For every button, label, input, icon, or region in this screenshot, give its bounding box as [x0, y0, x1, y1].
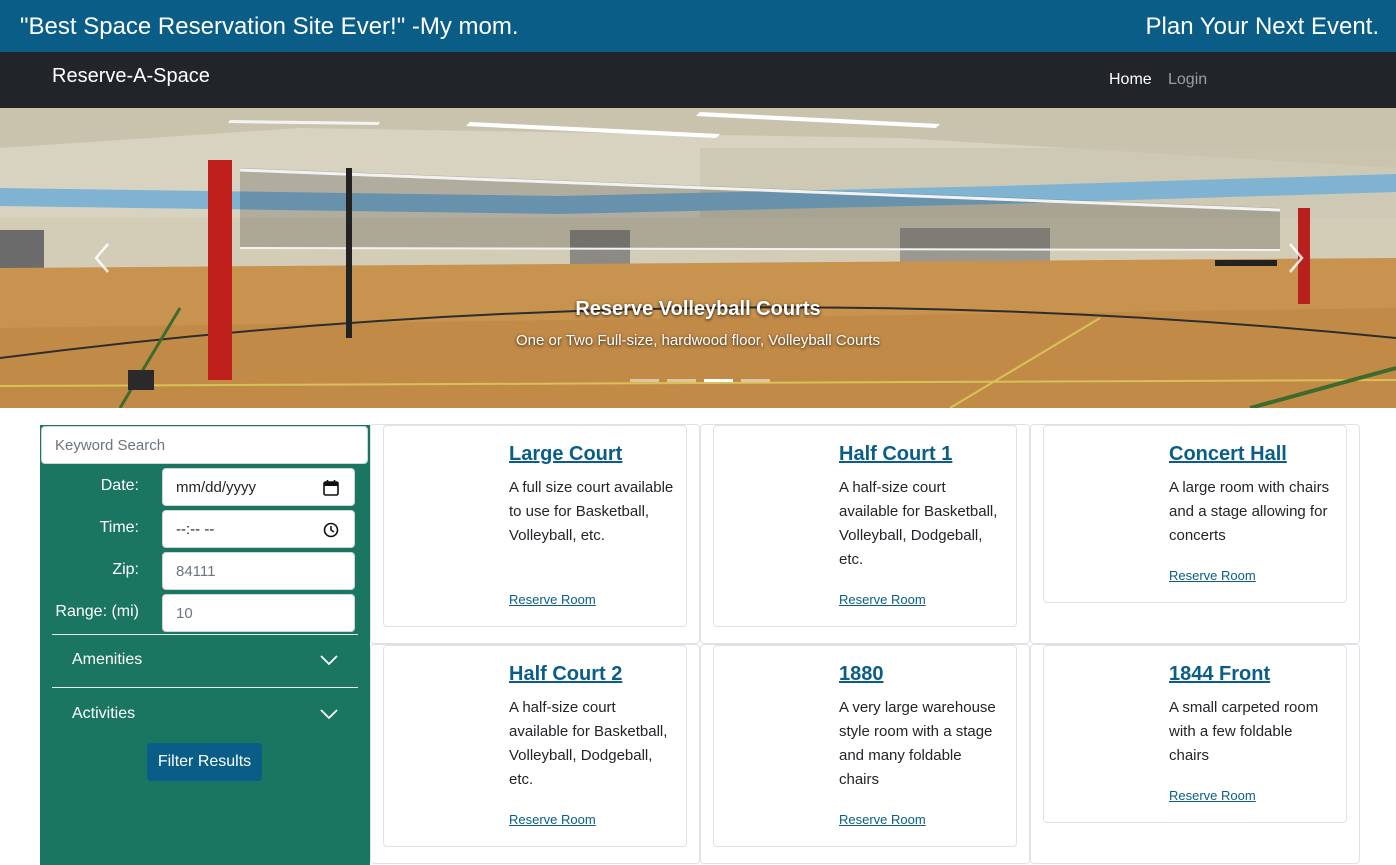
time-input-value: --:-- -- — [176, 521, 215, 538]
range-input-placeholder: 10 — [176, 605, 193, 622]
room-title-link[interactable]: Half Court 1 — [839, 443, 952, 466]
carousel-next-button[interactable] — [1274, 236, 1314, 280]
carousel: Reserve Volleyball Courts One or Two Ful… — [0, 108, 1396, 408]
date-input-value: mm/dd/yyyy — [176, 479, 257, 496]
zip-input[interactable]: 84111 — [162, 552, 355, 590]
carousel-indicators — [630, 379, 770, 383]
room-title-link[interactable]: Half Court 2 — [509, 663, 622, 686]
room-description: A half-size court available for Basketba… — [509, 699, 668, 788]
room-description: A full size court available to use for B… — [509, 479, 674, 544]
carousel-caption-text: One or Two Full-size, hardwood floor, Vo… — [515, 332, 881, 349]
zip-input-placeholder: 84111 — [176, 563, 216, 580]
chevron-left-icon — [94, 243, 109, 273]
room-card: Large Court A full size court available … — [383, 425, 687, 627]
room-title-link[interactable]: Concert Hall — [1169, 443, 1287, 466]
reserve-room-link[interactable]: Reserve Room — [1169, 788, 1256, 803]
carousel-prev-button[interactable] — [84, 236, 124, 280]
room-card: 1844 Front A small carpeted room with a … — [1043, 645, 1347, 823]
banner-quote: "Best Space Reservation Site Ever!" -My … — [20, 13, 519, 40]
filter-sidebar: Date: mm/dd/yyyy Time: --:-- -- Zip: 841… — [40, 425, 370, 865]
time-row: Time: --:-- -- — [40, 510, 370, 548]
keyword-search-input[interactable] — [41, 426, 368, 464]
chevron-right-icon — [1289, 243, 1304, 273]
range-row: Range: (mi) 10 — [40, 594, 370, 632]
zip-label: Zip: — [112, 561, 139, 578]
reserve-room-link[interactable]: Reserve Room — [839, 812, 926, 827]
room-card: Half Court 1 A half-size court available… — [713, 425, 1017, 627]
chevron-down-icon — [320, 709, 338, 720]
carousel-indicator[interactable] — [667, 379, 696, 382]
carousel-indicator[interactable] — [704, 379, 733, 382]
carousel-indicator[interactable] — [741, 379, 770, 382]
room-title-link[interactable]: 1880 — [839, 663, 884, 686]
activities-accordion[interactable]: Activities — [52, 689, 358, 741]
navbar: Reserve-A-Space Home Login — [0, 52, 1396, 108]
carousel-caption-title: Reserve Volleyball Courts — [575, 298, 821, 320]
carousel-image — [0, 108, 1396, 408]
amenities-accordion[interactable]: Amenities — [52, 635, 358, 687]
room-description: A half-size court available for Basketba… — [839, 479, 998, 568]
room-description: A large room with chairs and a stage all… — [1169, 479, 1330, 544]
date-input[interactable]: mm/dd/yyyy — [162, 468, 355, 506]
banner-tagline: Plan Your Next Event. — [1145, 13, 1379, 40]
zip-row: Zip: 84111 — [40, 552, 370, 590]
nav-home-link[interactable]: Home — [1109, 71, 1152, 89]
reserve-room-link[interactable]: Reserve Room — [509, 592, 596, 607]
activities-label: Activities — [72, 705, 136, 722]
time-label: Time: — [99, 519, 139, 536]
nav-login-link[interactable]: Login — [1168, 71, 1207, 89]
chevron-down-icon — [320, 655, 338, 666]
reserve-room-link[interactable]: Reserve Room — [509, 812, 596, 827]
brand-link[interactable]: Reserve-A-Space — [52, 65, 210, 88]
filter-results-button[interactable]: Filter Results — [147, 743, 262, 781]
time-input[interactable]: --:-- -- — [162, 510, 355, 548]
carousel-indicator[interactable] — [630, 379, 659, 382]
amenities-label: Amenities — [72, 651, 143, 668]
room-description: A very large warehouse style room with a… — [839, 699, 996, 788]
range-input[interactable]: 10 — [162, 594, 355, 632]
room-card: Half Court 2 A half-size court available… — [383, 645, 687, 847]
room-title-link[interactable]: Large Court — [509, 443, 622, 466]
reserve-room-link[interactable]: Reserve Room — [1169, 568, 1256, 583]
reserve-room-link[interactable]: Reserve Room — [839, 592, 926, 607]
calendar-icon[interactable] — [322, 479, 340, 497]
date-label: Date: — [100, 477, 139, 494]
top-banner: "Best Space Reservation Site Ever!" -My … — [0, 0, 1396, 52]
room-description: A small carpeted room with a few foldabl… — [1169, 699, 1319, 764]
room-title-link[interactable]: 1844 Front — [1169, 663, 1270, 686]
room-card: Concert Hall A large room with chairs an… — [1043, 425, 1347, 603]
range-label: Range: (mi) — [55, 603, 139, 620]
divider — [52, 687, 358, 688]
room-card: 1880 A very large warehouse style room w… — [713, 645, 1017, 847]
clock-icon[interactable] — [322, 521, 340, 539]
date-row: Date: mm/dd/yyyy — [40, 468, 370, 506]
